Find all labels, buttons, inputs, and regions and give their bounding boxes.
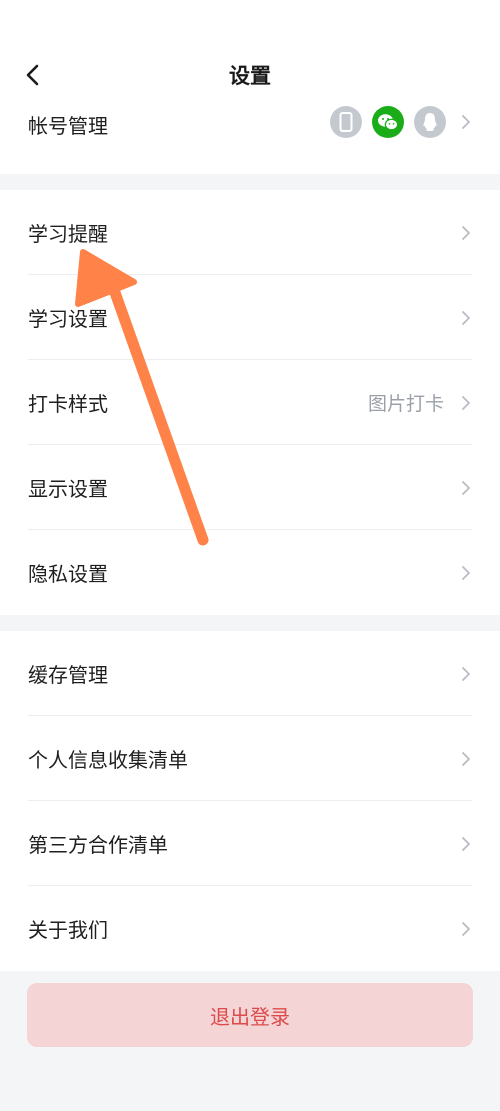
display-settings-label: 显示设置	[28, 477, 108, 501]
privacy-settings-row[interactable]: 隐私设置	[0, 530, 500, 615]
personal-info-list-label: 个人信息收集清单	[28, 748, 188, 772]
section-gap	[0, 615, 500, 631]
third-party-list-row[interactable]: 第三方合作清单	[0, 801, 500, 886]
third-party-list-label: 第三方合作清单	[28, 833, 168, 857]
study-settings-row[interactable]: 学习设置	[0, 275, 500, 360]
account-management-row[interactable]: 帐号管理	[0, 106, 500, 154]
qq-icon	[414, 106, 446, 138]
chevron-right-icon	[462, 225, 470, 240]
back-chevron-icon	[26, 64, 39, 86]
chevron-right-icon	[462, 921, 470, 936]
personal-info-list-row[interactable]: 个人信息收集清单	[0, 716, 500, 801]
page-title: 设置	[229, 64, 271, 88]
chevron-right-icon	[462, 666, 470, 681]
account-section: 帐号管理	[0, 106, 500, 174]
checkin-style-value: 图片打卡	[367, 393, 444, 415]
chevron-right-icon	[462, 310, 470, 325]
nav-bar: 设置	[0, 40, 500, 110]
about-us-label: 关于我们	[28, 918, 108, 942]
checkin-style-label: 打卡样式	[28, 392, 108, 416]
phone-icon	[330, 106, 362, 138]
chevron-right-icon	[462, 751, 470, 766]
chevron-right-icon	[462, 395, 470, 410]
study-reminder-row[interactable]: 学习提醒	[0, 190, 500, 275]
chevron-right-icon	[462, 836, 470, 851]
chevron-right-icon	[462, 480, 470, 495]
back-button[interactable]	[18, 60, 48, 90]
cache-management-label: 缓存管理	[28, 663, 108, 687]
study-settings-label: 学习设置	[28, 307, 108, 331]
settings-group-2: 缓存管理 个人信息收集清单 第三方合作清单 关于我们	[0, 631, 500, 971]
account-management-label: 帐号管理	[28, 114, 108, 138]
wechat-icon	[372, 106, 404, 138]
display-settings-row[interactable]: 显示设置	[0, 445, 500, 530]
chevron-right-icon	[462, 115, 470, 129]
study-reminder-label: 学习提醒	[28, 222, 108, 246]
about-us-row[interactable]: 关于我们	[0, 886, 500, 971]
chevron-right-icon	[462, 565, 470, 580]
logout-button[interactable]: 退出登录	[27, 983, 473, 1047]
section-gap	[0, 174, 500, 190]
status-bar	[0, 0, 500, 40]
linked-accounts	[330, 106, 446, 138]
privacy-settings-label: 隐私设置	[28, 562, 108, 586]
logout-area: 退出登录	[0, 971, 500, 1047]
cache-management-row[interactable]: 缓存管理	[0, 631, 500, 716]
checkin-style-row[interactable]: 打卡样式 图片打卡	[0, 360, 500, 445]
settings-group-1: 学习提醒 学习设置 打卡样式 图片打卡 显示设置 隐私设置	[0, 190, 500, 615]
